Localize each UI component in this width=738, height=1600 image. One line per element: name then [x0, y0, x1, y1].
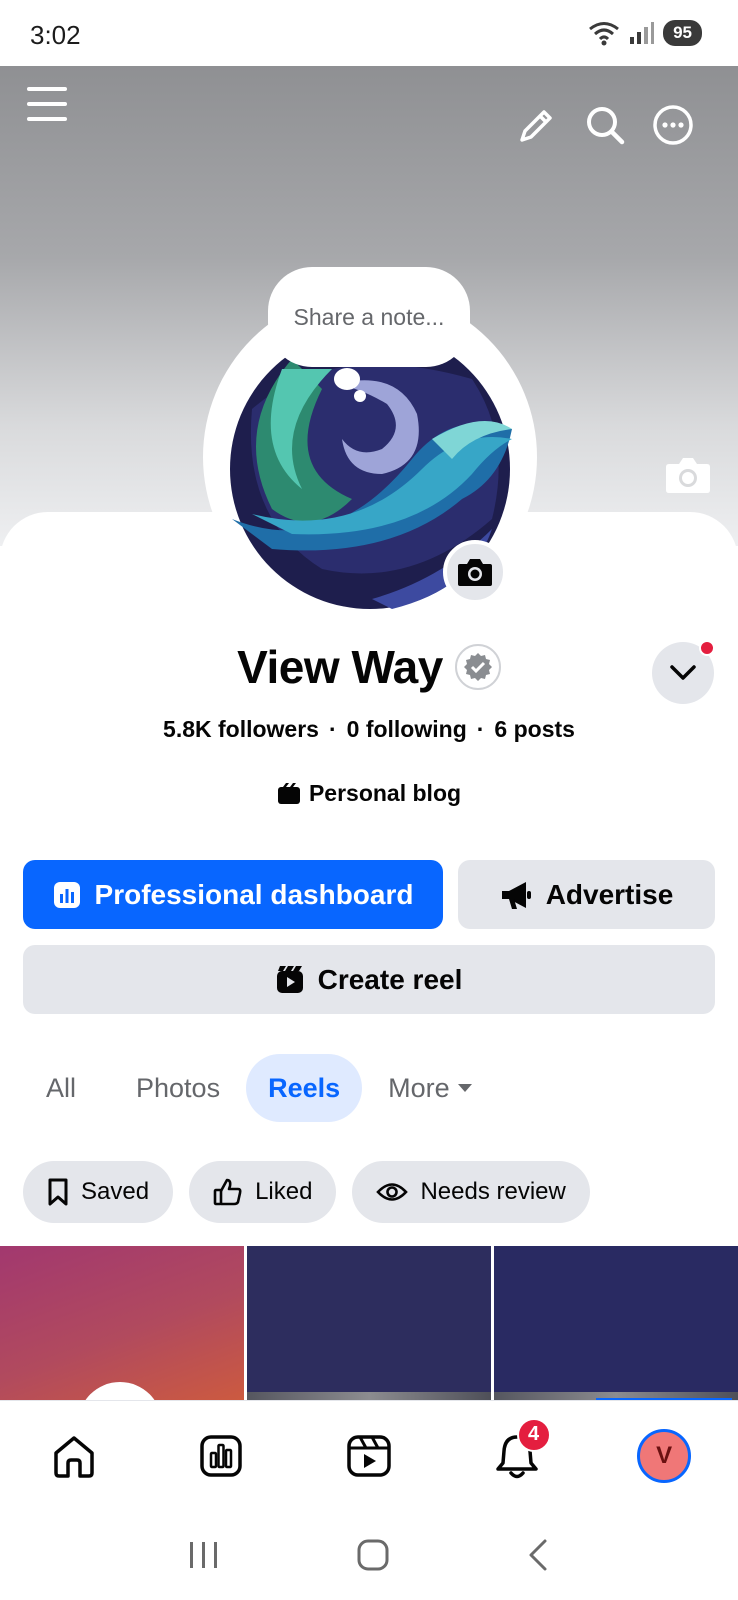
- profile-name: View Way: [237, 641, 443, 693]
- menu-icon[interactable]: [26, 84, 68, 124]
- nav-reels[interactable]: [329, 1416, 409, 1496]
- chevron-down-icon: [670, 665, 696, 680]
- system-navigation: [0, 1510, 738, 1600]
- nav-notifications[interactable]: 4: [477, 1416, 557, 1496]
- chip-liked[interactable]: Liked: [189, 1161, 337, 1223]
- status-icons: 95: [587, 20, 702, 46]
- professional-dashboard-button[interactable]: Professional dashboard: [23, 860, 443, 929]
- create-reel-button[interactable]: Create reel: [23, 945, 715, 1014]
- notification-badge: 4: [516, 1417, 551, 1452]
- battery-indicator: 95: [663, 20, 702, 46]
- tab-reels[interactable]: Reels: [246, 1054, 363, 1122]
- avatar-camera-icon[interactable]: [443, 540, 507, 604]
- back-icon[interactable]: [525, 1538, 551, 1572]
- signal-icon: [630, 22, 655, 44]
- verified-badge-icon: [454, 644, 501, 690]
- profile-category: Personal blog: [0, 780, 738, 807]
- bookmark-icon: [48, 1178, 68, 1206]
- advertise-button[interactable]: Advertise: [458, 860, 715, 929]
- create-reel-label: Create reel: [317, 963, 463, 995]
- clapperboard-icon: [277, 782, 300, 804]
- tab-all[interactable]: All: [24, 1054, 98, 1122]
- dashboard-button-label: Professional dashboard: [94, 878, 414, 910]
- note-placeholder: Share a note...: [293, 303, 445, 330]
- home-button-icon[interactable]: [356, 1538, 390, 1572]
- search-icon[interactable]: [582, 102, 628, 148]
- content-tabs: All Photos Reels More: [24, 1053, 496, 1123]
- filter-chips: Saved Liked Needs review: [23, 1161, 590, 1223]
- profile-stats: 5.8K followers · 0 following · 6 posts: [163, 716, 575, 742]
- following-count[interactable]: 0 following: [347, 716, 467, 742]
- advertise-button-label: Advertise: [545, 878, 674, 910]
- wifi-icon: [589, 22, 620, 46]
- nav-profile[interactable]: V: [624, 1416, 704, 1496]
- posts-count[interactable]: 6 posts: [494, 716, 575, 742]
- reel-thumbnail[interactable]: [0, 1246, 244, 1400]
- nav-dashboard[interactable]: [181, 1416, 261, 1496]
- pencil-icon[interactable]: [514, 104, 558, 148]
- reel-icon: [276, 965, 303, 993]
- profile-name-row: View Way: [0, 640, 738, 694]
- more-options-icon[interactable]: [650, 102, 696, 148]
- note-bubble[interactable]: Share a note...: [268, 267, 470, 367]
- megaphone-icon: [501, 881, 531, 909]
- eye-icon: [376, 1183, 409, 1201]
- note-bubble-tail: [334, 368, 360, 390]
- tab-more[interactable]: More: [366, 1054, 496, 1122]
- reel-thumbnail[interactable]: [494, 1246, 738, 1400]
- reel-thumbnail[interactable]: [247, 1246, 491, 1400]
- reels-grid: [0, 1246, 738, 1400]
- dashboard-icon: [200, 1434, 243, 1477]
- status-time: 3:02: [30, 20, 81, 50]
- recent-apps-icon[interactable]: [187, 1539, 221, 1571]
- nav-home[interactable]: [34, 1416, 114, 1496]
- status-bar: 3:02 95: [0, 0, 738, 66]
- tab-photos[interactable]: Photos: [114, 1054, 242, 1122]
- note-bubble-tail-dot: [354, 390, 366, 402]
- bottom-navigation: 4 V: [0, 1400, 738, 1510]
- followers-count[interactable]: 5.8K followers: [163, 716, 319, 742]
- dashboard-icon: [53, 881, 80, 908]
- chip-saved[interactable]: Saved: [23, 1161, 174, 1223]
- home-icon: [54, 1435, 94, 1478]
- reels-icon: [347, 1434, 391, 1477]
- profile-avatar: V: [637, 1428, 692, 1483]
- chip-needs-review[interactable]: Needs review: [352, 1161, 590, 1223]
- thumbs-up-icon: [213, 1178, 242, 1206]
- cover-camera-icon[interactable]: [664, 452, 712, 496]
- notification-dot: [699, 640, 715, 656]
- category-label: Personal blog: [308, 780, 462, 806]
- caret-down-icon: [457, 1084, 472, 1092]
